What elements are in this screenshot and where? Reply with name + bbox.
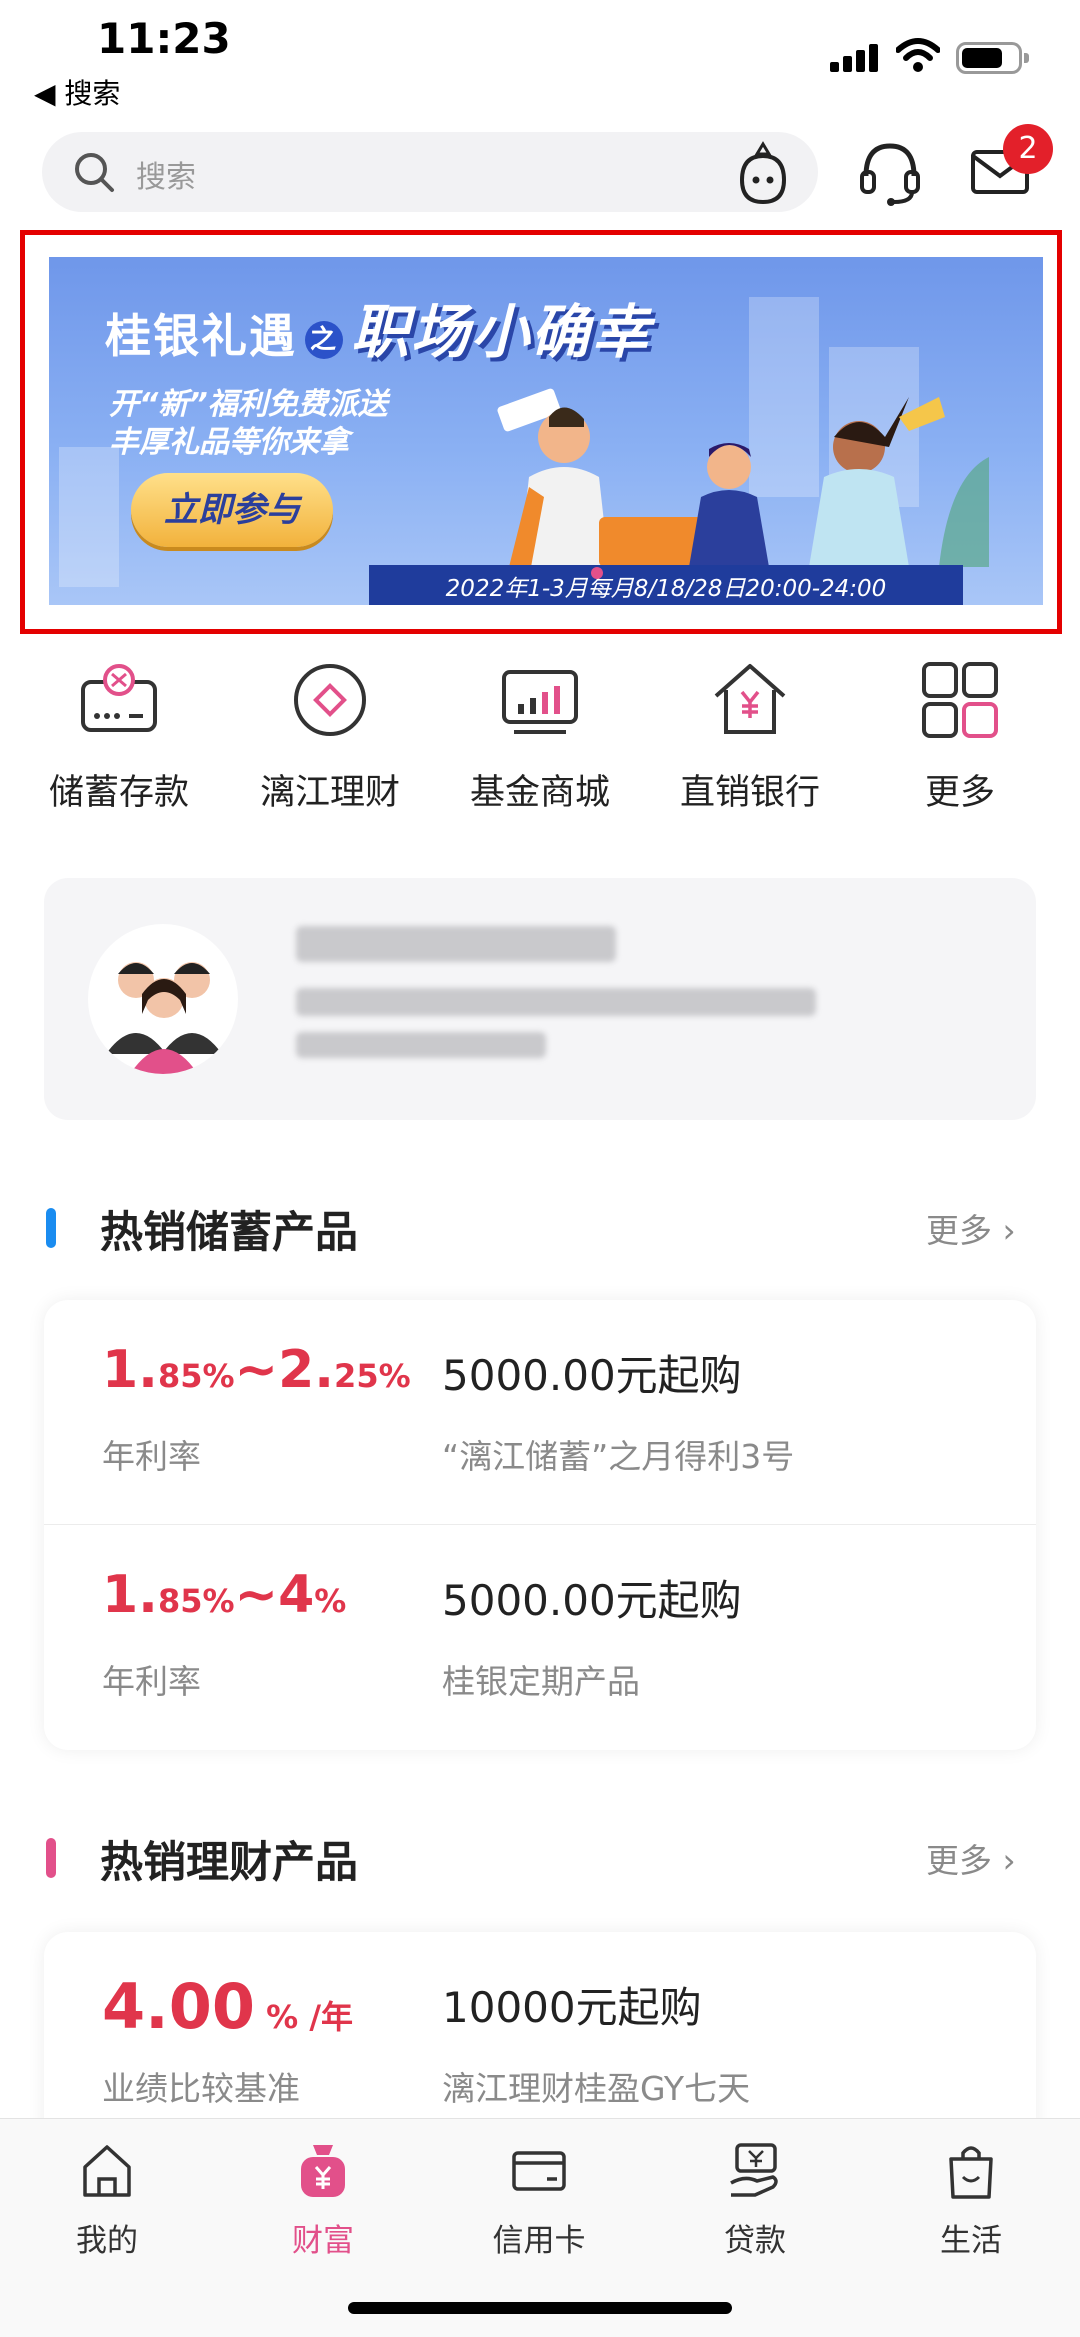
rate-part: 85% (157, 1582, 235, 1620)
search-icon (75, 153, 114, 192)
banner-date-text: 2022年1-3月每月8/18/28日20:00-24:00 (445, 576, 887, 602)
tab-mine[interactable]: 我的 (27, 2141, 187, 2271)
quick-menu-label: 储蓄存款 (48, 773, 189, 813)
loan-icon (730, 2143, 778, 2197)
tab-label: 生活 (940, 2223, 1002, 2259)
banner-subtitle-2: 丰厚礼品等你来拿 (109, 425, 349, 460)
tab-label: 我的 (76, 2223, 138, 2259)
quick-menu-label: 漓江理财 (259, 773, 400, 813)
rate-part: 4 (278, 1565, 315, 1625)
product-name: “漓江储蓄”之月得利3号 (442, 1437, 795, 1476)
product-min-amount: 5000.00元起购 (442, 1351, 742, 1400)
tab-life[interactable]: 生活 (891, 2141, 1051, 2271)
banner-title-right: 职场小确幸 (351, 298, 652, 366)
tab-credit-card[interactable]: 信用卡 (459, 2141, 619, 2271)
product-rate-label: 业绩比较基准 (102, 2069, 300, 2108)
promo-banner-highlight-frame: 桂银礼遇之职场小确幸 开“新”福利免费派送 丰厚礼品等你来拿 立即参与 2022… (20, 230, 1062, 634)
manager-id-blurred (296, 1032, 546, 1058)
banner-date-bar: 2022年1-3月每月8/18/28日20:00-24:00 (369, 565, 963, 605)
banner-join-button[interactable]: 立即参与 (131, 473, 333, 547)
banner-illustration (497, 388, 989, 567)
banner-title-left: 桂银礼遇 (105, 309, 297, 363)
search-placeholder: 搜索 (136, 160, 196, 195)
quick-menu-savings-deposit[interactable]: 储蓄存款 (29, 660, 209, 820)
quick-menu-label: 直销银行 (679, 773, 820, 813)
wealth-section-accent (46, 1838, 56, 1878)
savings-product-row[interactable]: 1.85%~2.25% 年利率 5000.00元起购 “漓江储蓄”之月得利3号 (44, 1300, 1036, 1524)
lijiang-wealth-icon (294, 664, 366, 736)
product-rate: 1.85%~4% (102, 1565, 346, 1625)
quick-menu-label: 更多 (924, 773, 995, 813)
savings-more-link[interactable]: 更多 › (926, 1204, 1016, 1252)
banner-title-connector: 之 (305, 320, 343, 359)
rate-part: 1. (102, 1565, 158, 1625)
wealth-more-link[interactable]: 更多 › (926, 1834, 1016, 1882)
rate-part: 2. (278, 1340, 335, 1400)
wealth-more-label: 更多 (926, 1841, 992, 1880)
fund-mall-icon (502, 670, 578, 734)
rate-part: ~ (234, 1340, 279, 1400)
home-icon (83, 2145, 131, 2197)
rate-part: ~ (234, 1565, 279, 1625)
wifi-icon (896, 38, 940, 72)
product-min-amount: 5000.00元起购 (442, 1576, 742, 1625)
direct-bank-icon (714, 664, 786, 734)
chevron-right-icon: › (992, 1211, 1016, 1250)
savings-product-row[interactable]: 1.85%~4% 年利率 5000.00元起购 桂银定期产品 (44, 1525, 1036, 1749)
product-rate-label: 年利率 (102, 1437, 201, 1476)
tab-label: 信用卡 (492, 2223, 586, 2259)
rate-part: % (314, 1582, 347, 1620)
manager-branch-blurred (296, 988, 816, 1016)
manager-name-blurred (296, 926, 616, 962)
home-indicator[interactable] (348, 2302, 732, 2314)
wealth-bag-icon (301, 2145, 345, 2197)
quick-menu-more[interactable]: 更多 (870, 660, 1050, 820)
chevron-right-icon: › (992, 1841, 1016, 1880)
quick-menu-fund-mall[interactable]: 基金商城 (450, 660, 630, 820)
product-rate: 1.85%~2.25% (102, 1340, 411, 1400)
mail-unread-badge: 2 (1003, 124, 1053, 174)
product-name: 桂银定期产品 (442, 1662, 640, 1701)
product-rate: 4.00 % /年 (102, 1970, 353, 2043)
tab-label: 财富 (292, 2223, 354, 2259)
savings-deposit-icon (81, 664, 157, 732)
tab-loan[interactable]: 贷款 (675, 2141, 835, 2271)
mascot-icon[interactable] (732, 140, 794, 206)
rate-part: 1. (102, 1340, 158, 1400)
promo-banner[interactable]: 桂银礼遇之职场小确幸 开“新”福利免费派送 丰厚礼品等你来拿 立即参与 2022… (49, 257, 1043, 605)
rate-value: 4.00 (102, 1970, 255, 2043)
customer-service-headset-icon[interactable] (858, 138, 922, 208)
wealth-section-title: 热销理财产品 (100, 1838, 358, 1888)
product-name: 漓江理财桂盈GY七天 (442, 2069, 751, 2108)
search-input[interactable]: 搜索 (42, 132, 818, 212)
rate-unit: % /年 (254, 1998, 354, 2036)
savings-more-label: 更多 (926, 1211, 992, 1250)
quick-menu-label: 基金商城 (469, 773, 610, 813)
product-min-amount: 10000元起购 (442, 1983, 702, 2032)
savings-section-accent (46, 1208, 56, 1248)
more-grid-icon (922, 662, 998, 738)
account-manager-card[interactable] (44, 878, 1036, 1120)
status-time: 11:23 (97, 14, 231, 63)
product-rate-label: 年利率 (102, 1662, 201, 1701)
banner-page-indicator (591, 567, 603, 579)
tab-label: 贷款 (724, 2223, 786, 2259)
credit-card-icon (512, 2151, 566, 2191)
quick-menu-lijiang-wealth[interactable]: 漓江理财 (240, 660, 420, 820)
shopping-bag-icon (949, 2146, 993, 2199)
tab-wealth[interactable]: 财富 (243, 2141, 403, 2271)
status-bar: 11:23 ◀ 搜索 (0, 0, 1080, 120)
battery-icon (956, 42, 1029, 74)
cellular-signal-icon (830, 42, 882, 72)
quick-menu-direct-bank[interactable]: 直销银行 (660, 660, 840, 820)
rate-part: 85% (157, 1357, 235, 1395)
savings-section-title: 热销储蓄产品 (100, 1208, 358, 1258)
savings-product-card: 1.85%~2.25% 年利率 5000.00元起购 “漓江储蓄”之月得利3号 … (44, 1300, 1036, 1750)
back-to-search-link[interactable]: ◀ 搜索 (34, 72, 120, 112)
rate-part: 25% (334, 1357, 411, 1395)
account-manager-avatar (88, 924, 238, 1074)
